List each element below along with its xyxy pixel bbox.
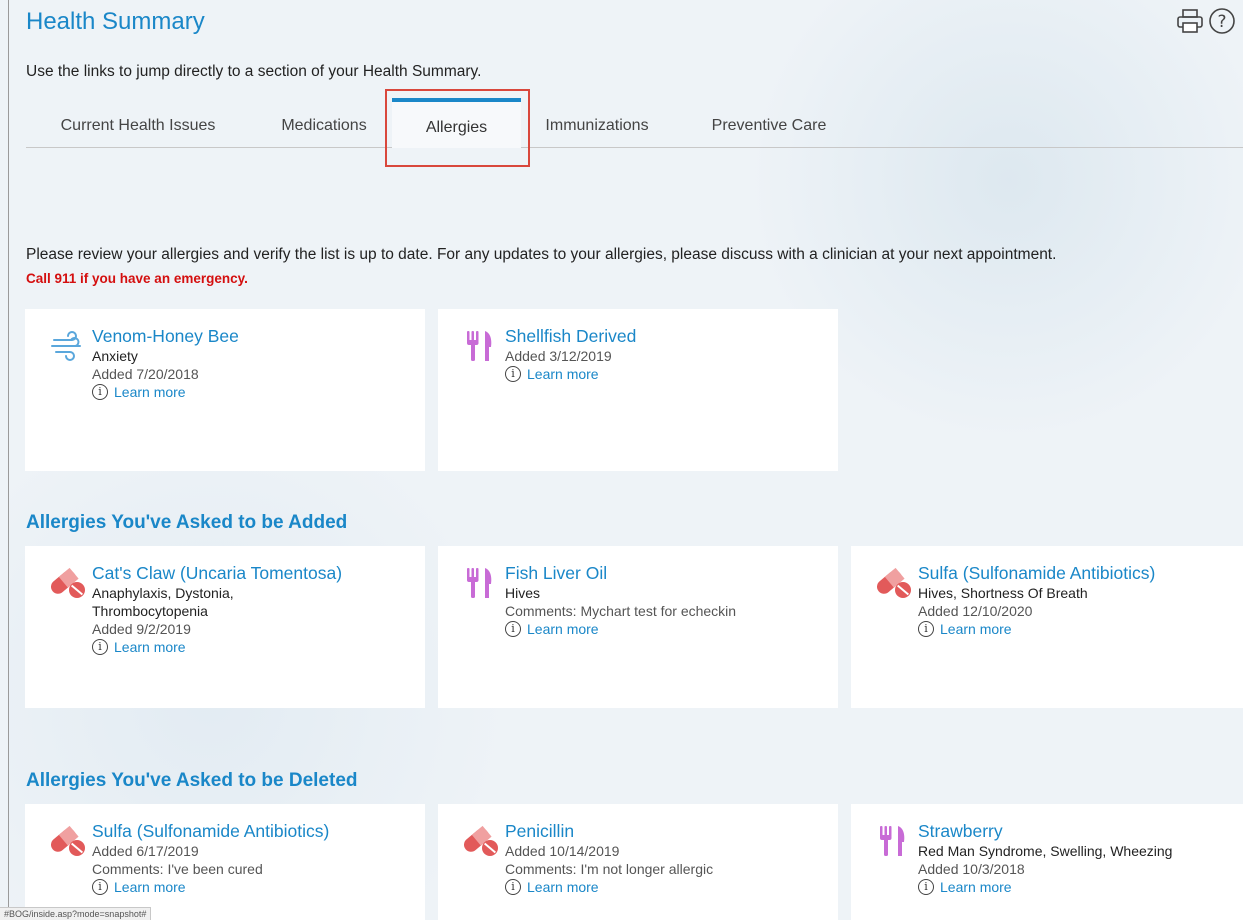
allergy-comments: Comments: I've been cured — [92, 861, 263, 877]
info-icon: i — [92, 384, 108, 400]
section-title-deleted: Allergies You've Asked to be Deleted — [26, 770, 358, 791]
info-icon: i — [505, 621, 521, 637]
info-icon: i — [505, 366, 521, 382]
allergy-reaction: Thrombocytopenia — [92, 603, 208, 619]
allergy-card: Cat's Claw (Uncaria Tomentosa) Anaphylax… — [25, 546, 425, 708]
allergy-title[interactable]: Fish Liver Oil — [505, 562, 824, 584]
tab-highlight-box — [385, 89, 530, 167]
allergy-added-date: Added 7/20/2018 — [92, 366, 199, 382]
learn-more-link[interactable]: i Learn more — [505, 879, 824, 895]
allergy-comments: Comments: Mychart test for echeckin — [505, 603, 737, 619]
learn-more-text: Learn more — [940, 621, 1012, 637]
allergy-added-date: Added 12/10/2020 — [918, 603, 1033, 619]
page-title: Health Summary — [26, 8, 205, 35]
allergy-title[interactable]: Sulfa (Sulfonamide Antibiotics) — [92, 820, 411, 842]
info-icon: i — [918, 879, 934, 895]
pill-icon — [463, 825, 498, 856]
learn-more-text: Learn more — [527, 366, 599, 382]
review-text: Please review your allergies and verify … — [26, 246, 1057, 263]
allergy-added-date: Added 9/2/2019 — [92, 621, 191, 637]
printer-icon — [1177, 9, 1203, 33]
help-button[interactable]: ? — [1207, 6, 1237, 36]
allergy-title[interactable]: Penicillin — [505, 820, 824, 842]
info-icon: i — [918, 621, 934, 637]
allergy-card: Fish Liver Oil Hives Comments: Mychart t… — [438, 546, 838, 708]
pill-icon — [50, 567, 85, 598]
allergy-added-date: Added 10/14/2019 — [505, 843, 620, 859]
allergy-card: Venom-Honey Bee Anxiety Added 7/20/2018 … — [25, 309, 425, 471]
allergy-reaction: Hives — [505, 585, 541, 601]
info-icon: i — [92, 879, 108, 895]
allergy-title[interactable]: Strawberry — [918, 820, 1237, 842]
learn-more-text: Learn more — [527, 621, 599, 637]
header-tools: ? — [1175, 6, 1237, 36]
allergy-added-date: Added 10/3/2018 — [918, 861, 1025, 877]
learn-more-text: Learn more — [114, 384, 186, 400]
learn-more-text: Learn more — [527, 879, 599, 895]
allergy-title[interactable]: Venom-Honey Bee — [92, 325, 411, 347]
learn-more-link[interactable]: i Learn more — [918, 879, 1237, 895]
learn-more-text: Learn more — [940, 879, 1012, 895]
allergy-comments: Comments: I'm not longer allergic — [505, 861, 714, 877]
allergy-reaction: Anxiety — [92, 348, 138, 364]
learn-more-text: Learn more — [114, 639, 186, 655]
pill-icon — [876, 567, 911, 598]
status-bar-url: #BOG/inside.asp?mode=snapshot# — [0, 907, 152, 920]
health-summary-panel: Health Summary ? Use the links to jump d… — [8, 0, 1243, 920]
section-title-added: Allergies You've Asked to be Added — [26, 512, 348, 533]
allergy-reaction: Hives, Shortness Of Breath — [918, 585, 1088, 601]
learn-more-link[interactable]: i Learn more — [92, 879, 411, 895]
print-button[interactable] — [1175, 6, 1205, 36]
info-icon: i — [92, 639, 108, 655]
learn-more-link[interactable]: i Learn more — [505, 366, 824, 382]
pill-icon — [50, 825, 85, 856]
learn-more-link[interactable]: i Learn more — [918, 621, 1237, 637]
emergency-text: Call 911 if you have an emergency. — [26, 271, 248, 286]
fork-knife-icon — [880, 826, 905, 856]
fork-knife-icon — [467, 568, 492, 598]
learn-more-link[interactable]: i Learn more — [92, 639, 411, 655]
allergy-card: Penicillin Added 10/14/2019 Comments: I'… — [438, 804, 838, 920]
allergy-card: Sulfa (Sulfonamide Antibiotics) Added 6/… — [25, 804, 425, 920]
learn-more-text: Learn more — [114, 879, 186, 895]
learn-more-link[interactable]: i Learn more — [505, 621, 824, 637]
tab-preventive-care[interactable]: Preventive Care — [702, 98, 836, 148]
svg-text:?: ? — [1217, 12, 1226, 32]
wind-icon — [51, 331, 81, 361]
allergy-card: Shellfish Derived Added 3/12/2019 i Lear… — [438, 309, 838, 471]
learn-more-link[interactable]: i Learn more — [92, 384, 411, 400]
tab-current-health-issues[interactable]: Current Health Issues — [50, 98, 226, 148]
info-icon: i — [505, 879, 521, 895]
allergy-card: Strawberry Red Man Syndrome, Swelling, W… — [851, 804, 1243, 920]
allergy-title[interactable]: Shellfish Derived — [505, 325, 824, 347]
tab-immunizations[interactable]: Immunizations — [534, 98, 660, 148]
allergy-added-date: Added 6/17/2019 — [92, 843, 199, 859]
fork-knife-icon — [467, 331, 492, 361]
intro-text: Use the links to jump directly to a sect… — [26, 63, 482, 80]
section-tabs: Current Health Issues Medications Allerg… — [26, 98, 1243, 148]
tab-medications[interactable]: Medications — [268, 98, 380, 148]
allergy-card: Sulfa (Sulfonamide Antibiotics) Hives, S… — [851, 546, 1243, 708]
help-icon: ? — [1209, 8, 1235, 34]
allergy-reaction: Red Man Syndrome, Swelling, Wheezing — [918, 843, 1173, 859]
allergy-title[interactable]: Cat's Claw (Uncaria Tomentosa) — [92, 562, 411, 584]
allergy-title[interactable]: Sulfa (Sulfonamide Antibiotics) — [918, 562, 1237, 584]
allergy-reaction: Anaphylaxis, Dystonia, — [92, 585, 234, 601]
allergy-added-date: Added 3/12/2019 — [505, 348, 612, 364]
